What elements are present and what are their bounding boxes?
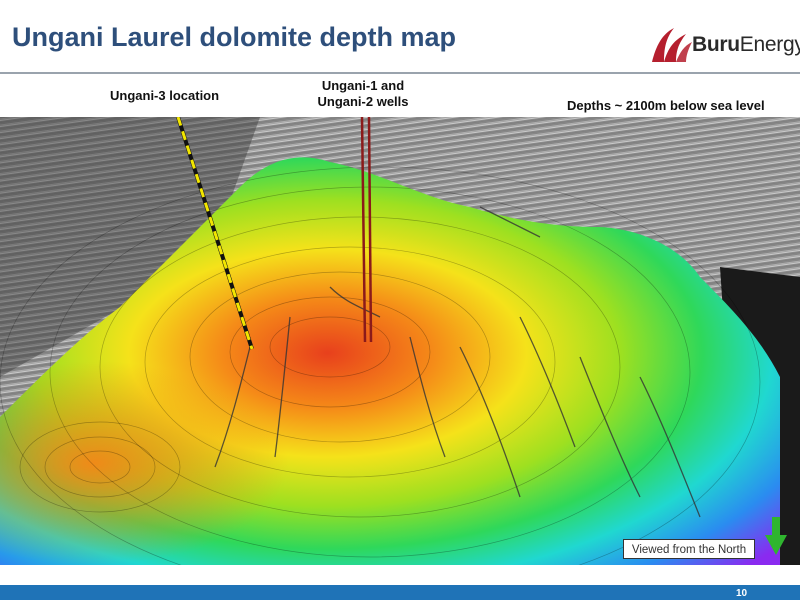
logo-text: BuruEnergy	[692, 33, 800, 56]
depth-map-surface	[0, 117, 800, 565]
page-number: 10	[736, 588, 748, 599]
buru-logo-mark-icon	[652, 28, 692, 62]
slide-title: Ungani Laurel dolomite depth map	[12, 22, 457, 52]
buru-energy-logo: BuruEnergy	[648, 16, 800, 68]
view-orientation-note: Viewed from the North	[623, 539, 755, 559]
ungani-3-label: Ungani-3 location	[110, 88, 220, 103]
ungani-1-2-label: Ungani-1 and Ungani-2 wells	[317, 78, 409, 109]
header-divider	[0, 72, 800, 74]
footer-bar	[0, 585, 800, 600]
depth-map-3d-view	[0, 117, 800, 565]
depths-label: Depths ~ 2100m below sea level	[567, 98, 765, 113]
